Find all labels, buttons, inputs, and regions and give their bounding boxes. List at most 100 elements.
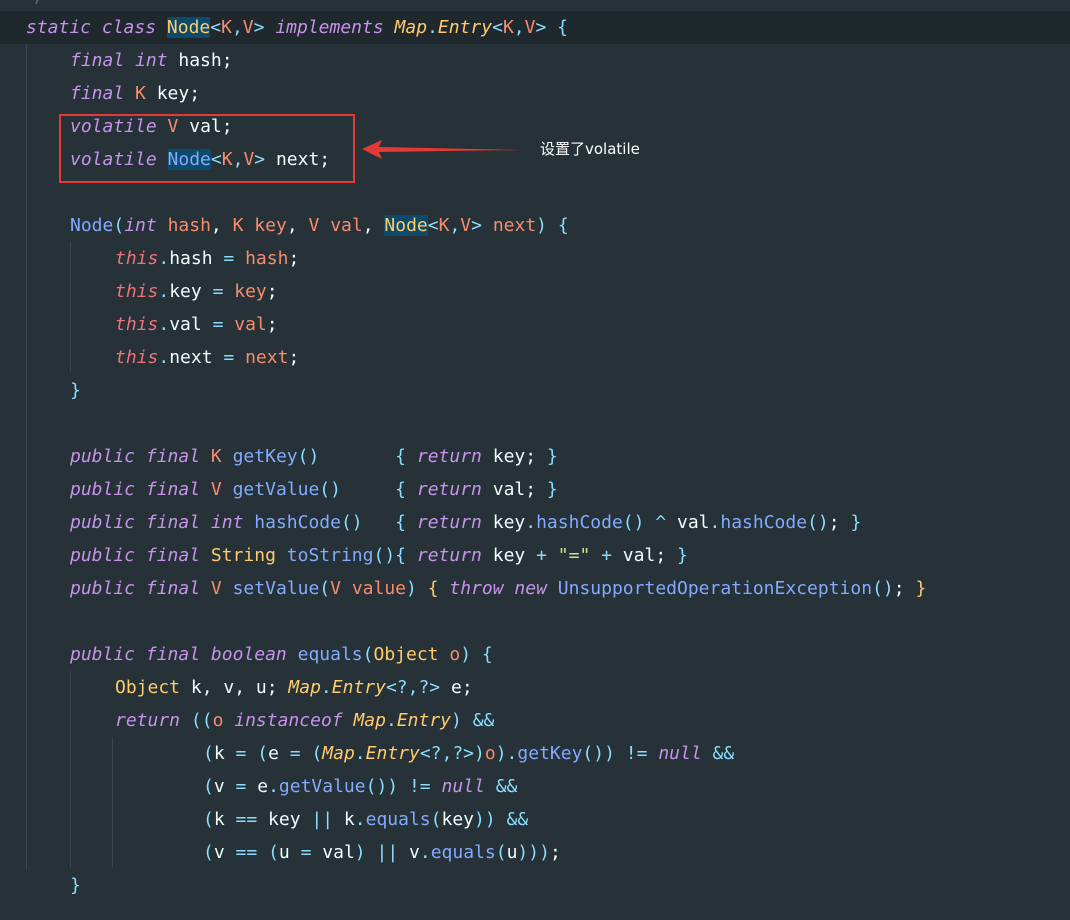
code-line[interactable]: }: [0, 374, 1070, 407]
code-line[interactable]: public final V getValue() { return val; …: [0, 473, 1070, 506]
code-token: !=: [408, 776, 431, 797]
code-line[interactable]: public final V setValue(V value) { throw…: [0, 572, 1070, 605]
code-line[interactable]: public final String toString(){ return k…: [0, 539, 1070, 572]
code-token: ;: [549, 842, 561, 863]
code-line[interactable]: this.key = key;: [0, 275, 1070, 308]
code-token: public: [70, 446, 136, 467]
code-line-text: public final V setValue(V value) { throw…: [70, 572, 926, 605]
code-line[interactable]: }: [0, 869, 1070, 902]
code-line[interactable]: this.val = val;: [0, 308, 1070, 341]
code-line[interactable]: return ((o instanceof Map.Entry) &&: [0, 704, 1070, 737]
code-line[interactable]: (k = (e = (Map.Entry<?,?>)o).getKey()) !…: [0, 737, 1070, 770]
code-token: ()): [582, 743, 615, 764]
code-token: instanceof: [234, 710, 343, 731]
code-token: ;: [288, 347, 300, 368]
code-token: next: [169, 347, 224, 368]
code-editor[interactable]: */ static class Node<K,V> implements Map…: [0, 0, 1070, 920]
code-token: public: [70, 545, 136, 566]
code-token: Object: [373, 644, 439, 665]
code-token: key: [481, 545, 537, 566]
code-token: hashCode: [254, 512, 341, 533]
code-token: ): [474, 743, 485, 764]
code-line[interactable]: (v == (u = val) || v.equals(u)));: [0, 836, 1070, 869]
code-line[interactable]: this.next = next;: [0, 341, 1070, 374]
code-token: Map: [288, 677, 321, 698]
code-token: this: [115, 248, 159, 269]
code-token: =: [300, 842, 312, 863]
code-token: .: [158, 314, 170, 335]
code-line[interactable]: [0, 407, 1070, 440]
code-line[interactable]: [0, 605, 1070, 638]
code-line[interactable]: final int hash;: [0, 44, 1070, 77]
code-line-text: (k == key || k.equals(key)) &&: [203, 803, 528, 836]
code-token: this: [115, 314, 159, 335]
code-token: {: [395, 479, 407, 500]
code-line[interactable]: (k == key || k.equals(key)) &&: [0, 803, 1070, 836]
code-line[interactable]: this.hash = hash;: [0, 242, 1070, 275]
code-token: .: [525, 512, 537, 533]
code-token: K: [221, 17, 232, 38]
code-token: value: [351, 578, 407, 599]
code-token: key: [257, 809, 312, 830]
code-token: v: [213, 842, 236, 863]
code-line[interactable]: static class Node<K,V> implements Map.En…: [0, 11, 1070, 44]
code-line[interactable]: public final K getKey() { return key; }: [0, 440, 1070, 473]
code-token: ): [460, 644, 472, 665]
code-line[interactable]: public final boolean equals(Object o) {: [0, 638, 1070, 671]
code-token: .: [506, 743, 518, 764]
code-token: ,: [210, 215, 233, 236]
code-token: hash;: [167, 50, 233, 71]
code-token: ,: [362, 215, 385, 236]
code-token: hash: [245, 248, 289, 269]
code-token: ||: [376, 842, 399, 863]
code-token: +: [536, 545, 547, 566]
code-line-text: public final String toString(){ return k…: [70, 539, 688, 572]
code-token: o: [484, 743, 496, 764]
code-line[interactable]: public final int hashCode() { return key…: [0, 506, 1070, 539]
code-line[interactable]: Object k, v, u; Map.Entry<?,?> e;: [0, 671, 1070, 704]
code-token: Map: [394, 17, 428, 38]
code-token: }: [677, 545, 688, 566]
code-token: .: [268, 776, 279, 797]
code-token: V: [242, 17, 254, 38]
code-line[interactable]: final K key;: [0, 77, 1070, 110]
code-token: (: [257, 743, 269, 764]
code-token: key: [254, 215, 287, 236]
code-line-text: (v = e.getValue()) != null &&: [203, 770, 517, 803]
code-token: hash: [167, 215, 211, 236]
code-token: ^: [655, 512, 667, 533]
code-token: Object: [115, 677, 181, 698]
code-token: ,: [449, 215, 461, 236]
code-token: v: [398, 842, 420, 863]
code-line[interactable]: Node(int hash, K key, V val, Node<K,V> n…: [0, 209, 1070, 242]
code-token: Node: [70, 215, 114, 236]
code-token: .: [385, 710, 397, 731]
code-token: .: [427, 17, 438, 38]
code-token: return: [416, 479, 482, 500]
code-token: <: [210, 17, 222, 38]
code-token: V: [210, 479, 222, 500]
code-token: (: [311, 743, 323, 764]
code-token: ;: [266, 281, 278, 302]
code-line[interactable]: (v = e.getValue()) != null &&: [0, 770, 1070, 803]
